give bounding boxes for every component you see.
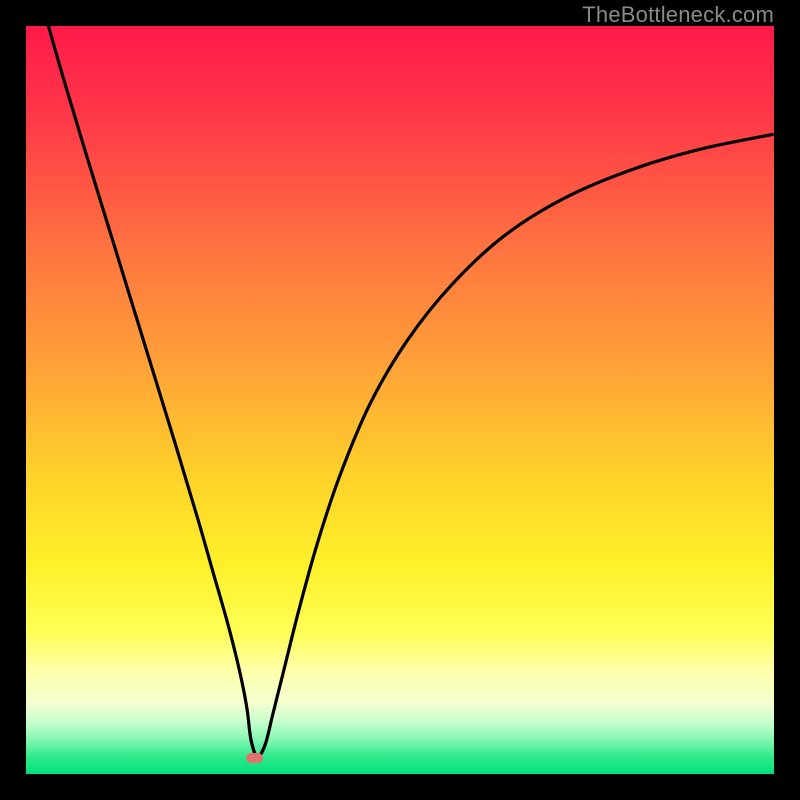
plot-area (26, 26, 774, 774)
bottleneck-curve (48, 26, 772, 758)
chart-frame: TheBottleneck.com (0, 0, 800, 800)
watermark-text: TheBottleneck.com (582, 2, 774, 28)
curve-layer (26, 26, 774, 774)
bottleneck-marker (246, 753, 263, 763)
